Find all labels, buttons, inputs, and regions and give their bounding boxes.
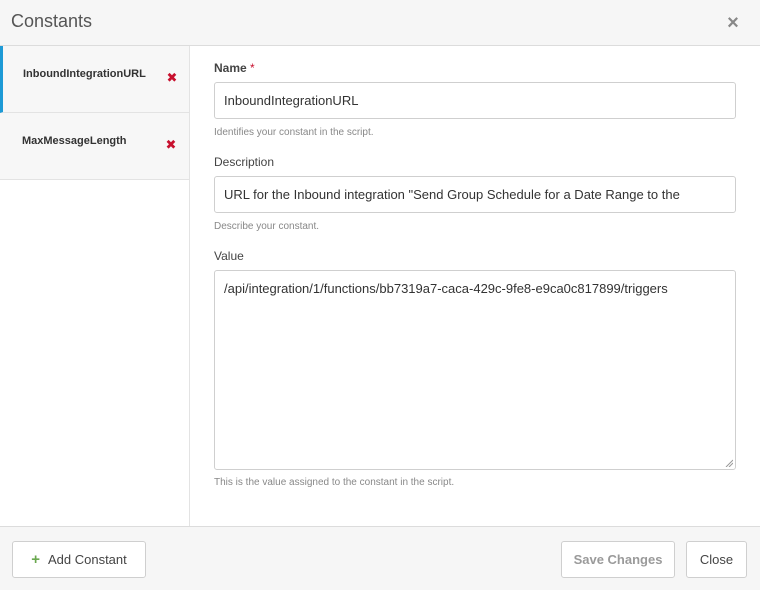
save-changes-button[interactable]: Save Changes [561, 541, 675, 578]
delete-constant-icon[interactable]: ✖ [165, 138, 177, 151]
sidebar-item-label: InboundIntegrationURL [23, 68, 146, 80]
delete-constant-icon[interactable]: ✖ [166, 71, 178, 84]
constant-form: Name * InboundIntegrationURL Identifies … [190, 46, 760, 526]
constants-sidebar: InboundIntegrationURL ✖ MaxMessageLength… [0, 46, 190, 526]
dialog-footer: + Add Constant Save Changes Close [0, 526, 760, 590]
close-icon[interactable]: × [723, 12, 743, 34]
plus-icon: + [31, 551, 40, 568]
description-label: Description [214, 155, 275, 169]
name-field[interactable]: InboundIntegrationURL [214, 82, 736, 119]
value-textarea[interactable]: /api/integration/1/functions/bb7319a7-ca… [214, 270, 736, 470]
add-constant-label: Add Constant [47, 552, 127, 567]
dialog-header: Constants × [0, 0, 760, 46]
constants-dialog: Constants × InboundIntegrationURL ✖ MaxM… [0, 0, 760, 590]
required-marker: * [250, 61, 255, 75]
value-help-text: This is the value assigned to the consta… [214, 477, 455, 488]
value-text: /api/integration/1/functions/bb7319a7-ca… [224, 281, 668, 296]
sidebar-item-label: MaxMessageLength [22, 135, 127, 147]
dialog-title: Constants [11, 11, 93, 31]
sidebar-item-maxmessagelength[interactable]: MaxMessageLength ✖ [0, 113, 189, 180]
value-label: Value [214, 249, 244, 263]
name-help-text: Identifies your constant in the script. [214, 127, 374, 138]
description-field[interactable]: URL for the Inbound integration "Send Gr… [214, 176, 736, 213]
resize-handle-icon[interactable] [725, 459, 733, 467]
add-constant-button[interactable]: + Add Constant [12, 541, 146, 578]
sidebar-item-inboundintegrationurl[interactable]: InboundIntegrationURL ✖ [0, 46, 189, 113]
name-label: Name * [214, 61, 255, 75]
description-help-text: Describe your constant. [214, 221, 320, 232]
name-label-text: Name [214, 61, 247, 75]
close-button[interactable]: Close [686, 541, 747, 578]
